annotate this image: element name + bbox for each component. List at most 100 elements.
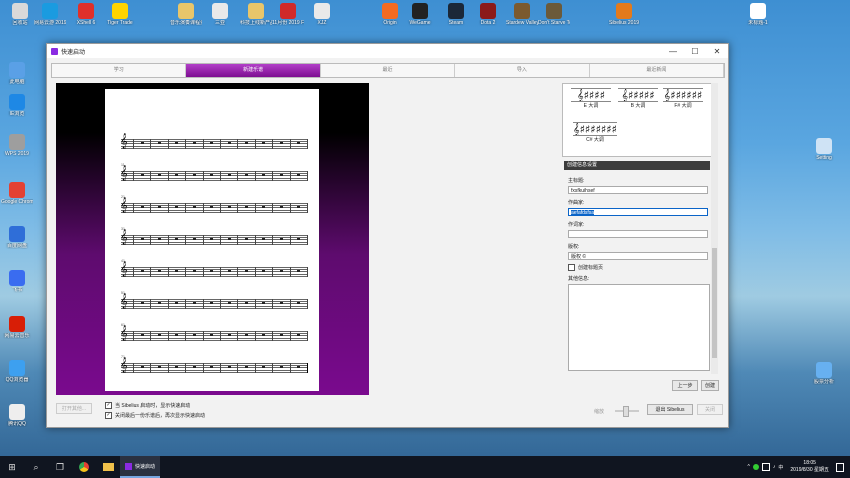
desktop-icon-tiger[interactable]: Tiger Trade	[104, 3, 136, 26]
create-title-page-checkbox[interactable]: 创建标题页	[568, 264, 603, 271]
tray-up-arrow-icon[interactable]: ^	[747, 464, 749, 470]
maximize-button[interactable]: ☐	[684, 47, 706, 56]
key-signature-list[interactable]: 𝄞♯♯♯♯ E 大调 𝄞♯♯♯♯♯ B 大调 𝄞♯♯♯♯♯♯ F# 大调 𝄞♯♯…	[562, 83, 714, 157]
tab-recent[interactable]: 最近	[321, 64, 456, 77]
key-b-major[interactable]: 𝄞♯♯♯♯♯ B 大调	[618, 88, 658, 109]
start-icon[interactable]: ⊞	[5, 460, 19, 474]
chrome-icon[interactable]	[77, 460, 91, 474]
desktop-icon-netease[interactable]: 网易云游 2019.9.2(...	[34, 3, 66, 26]
barline	[185, 139, 187, 149]
desktop-icon-qqbrowser[interactable]: QQ浏览器	[1, 360, 33, 383]
desktop-icon-origin[interactable]: Origin	[374, 3, 406, 26]
desktop-icon-dota2[interactable]: Dota 2	[472, 3, 504, 26]
desktop-icon-label: Stardew Valley	[506, 20, 538, 26]
whole-rest	[279, 334, 283, 336]
desktop-icon-chrome[interactable]: Google Chrome	[1, 182, 33, 205]
desktop-icon-stock[interactable]: 股票分析	[808, 362, 840, 385]
checkbox-box-checked[interactable]: ✓	[105, 402, 112, 409]
task-view-icon[interactable]: ❐	[53, 460, 67, 474]
clock[interactable]: 18:05 2019/8/30 星期五	[790, 460, 829, 474]
desktop-icon-steam[interactable]: Steam	[440, 3, 472, 26]
tray-wechat-icon[interactable]	[752, 464, 759, 470]
tray-volume-icon[interactable]: ♪	[773, 464, 776, 470]
desktop-icon-setting[interactable]: Setting	[808, 138, 840, 161]
close-dialog-button[interactable]: 关闭	[697, 404, 723, 415]
title-input[interactable]: fxsfkuihsef	[568, 186, 708, 194]
desktop-icon-xjz[interactable]: XJZ	[306, 3, 338, 26]
tray-ime-icon[interactable]: 中	[778, 464, 783, 471]
vertical-scrollbar[interactable]	[711, 83, 718, 374]
desktop-icon-folder2[interactable]: 科技上线新产品	[240, 3, 272, 26]
desktop-icon-sanya[interactable]: 三亚	[204, 3, 236, 26]
wps-icon	[9, 134, 25, 150]
barline	[185, 267, 187, 277]
treble-clef-icon: 𝄞	[120, 326, 128, 341]
barline	[220, 139, 221, 149]
whole-rest	[297, 238, 301, 240]
key-csharp-major[interactable]: 𝄞♯♯♯♯♯♯♯ C# 大调	[573, 122, 617, 143]
barline	[307, 203, 308, 213]
tab-new-score[interactable]: 新建乐谱	[186, 64, 321, 77]
stardew-icon	[514, 3, 530, 19]
desktop-icon-baidu[interactable]: 百度网盘	[1, 226, 33, 249]
tab-latest-news[interactable]: 最近新闻	[590, 64, 725, 77]
desktop-icon-label: 科技上线新产品	[240, 20, 272, 26]
lyricist-input[interactable]	[568, 230, 708, 238]
taskbar-app-quick-start[interactable]: 快速启动	[120, 456, 161, 478]
show-on-start-checkbox[interactable]: ✓ 当 Sibelius 启动时，显示快速启动	[105, 402, 190, 409]
desktop-icon-music163[interactable]: 网易云音乐	[1, 316, 33, 339]
composer-input[interactable]: aefafdsfsa	[568, 208, 708, 216]
measure-number: 31	[121, 227, 125, 231]
desktop-icon-folder1[interactable]: 音乐演奏课程资料	[170, 3, 202, 26]
desktop-icon-qq[interactable]: 腾讯QQ	[1, 404, 33, 427]
whole-rest	[262, 366, 266, 368]
tab-import[interactable]: 导入	[455, 64, 590, 77]
whole-rest	[262, 206, 266, 208]
desktop-icon-label: QQ浏览器	[5, 377, 29, 383]
desktop-icon-thispc[interactable]: 此电脑	[1, 62, 33, 85]
desktop-icon-ie[interactable]: IE浏览	[1, 94, 33, 117]
netease-icon	[42, 3, 58, 19]
close-button[interactable]: ✕	[706, 47, 728, 56]
checkbox-box-checked[interactable]: ✓	[105, 412, 112, 419]
title-bar[interactable]: 快速启动 — ☐ ✕	[47, 44, 728, 58]
open-other-button[interactable]: 打开其他...	[56, 403, 92, 414]
key-fsharp-major[interactable]: 𝄞♯♯♯♯♯♯ F# 大调	[663, 88, 703, 109]
search-icon[interactable]: ⌕	[29, 460, 43, 474]
zoom-slider-thumb[interactable]	[623, 406, 629, 417]
file-explorer-icon[interactable]	[101, 460, 115, 474]
show-on-close-checkbox[interactable]: ✓ 关闭最后一份乐谱后，再次显示快速启动	[105, 412, 205, 419]
tray-network-icon[interactable]	[761, 463, 770, 471]
measure-number: 41	[121, 259, 125, 263]
copyright-input[interactable]: 版权 ©	[568, 252, 708, 260]
staff-line	[121, 241, 307, 243]
previous-button[interactable]: 上一步	[672, 380, 698, 391]
desktop-icon-untitled[interactable]: 未标题-1	[742, 3, 774, 26]
whole-rest	[210, 366, 214, 368]
desktop-icon-xshell[interactable]: XShell 6	[70, 3, 102, 26]
desktop-icon-sibelius[interactable]: Sibelius 2019	[608, 3, 640, 26]
barline	[220, 235, 221, 245]
desktop-icon-stardew[interactable]: Stardew Valley	[506, 3, 538, 26]
other-info-textarea[interactable]	[568, 284, 710, 371]
minimize-button[interactable]: —	[662, 47, 684, 56]
desktop-icon-feishu[interactable]: 飞书	[1, 270, 33, 293]
exit-sibelius-button[interactable]: 退出 Sibelius	[647, 404, 693, 415]
desktop-icon-wegame[interactable]: WeGame	[404, 3, 436, 26]
checkbox-box[interactable]	[568, 264, 575, 271]
staff-line	[121, 299, 307, 300]
notification-icon[interactable]	[836, 462, 844, 472]
staff-line	[121, 235, 307, 236]
desktop-icon-dontstarve[interactable]: Don't Starve Together	[538, 3, 570, 26]
desktop-icon-recycle[interactable]: 回收站	[4, 3, 36, 26]
key-e-major[interactable]: 𝄞♯♯♯♯ E 大调	[571, 88, 611, 109]
scrollbar-thumb[interactable]	[712, 248, 717, 358]
whole-rest	[210, 302, 214, 304]
whole-rest	[140, 334, 144, 336]
desktop-icon-label: Origin	[383, 20, 397, 26]
desktop-icon-foxit[interactable]: 11月份 2019 Foxit...	[272, 3, 304, 26]
whole-rest	[297, 366, 301, 368]
tab-learn[interactable]: 学习	[52, 64, 187, 77]
desktop-icon-wps[interactable]: WPS 2019	[1, 134, 33, 157]
create-button[interactable]: 创建	[701, 380, 719, 391]
